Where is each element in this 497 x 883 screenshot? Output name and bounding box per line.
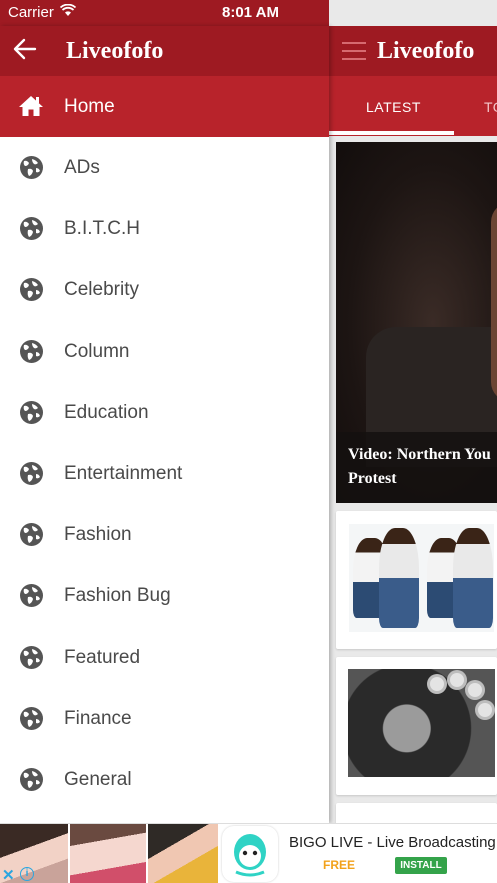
- close-icon[interactable]: ✕: [2, 866, 15, 883]
- menu-item-fashion-bug[interactable]: Fashion Bug: [0, 565, 329, 626]
- carrier-label: Carrier: [8, 4, 54, 21]
- article-thumbnail: [348, 669, 495, 777]
- globe-icon: [19, 339, 44, 364]
- hamburger-menu-icon[interactable]: [342, 42, 366, 60]
- featured-article[interactable]: Video: Northern You Protest: [336, 142, 497, 503]
- menu-item-entertainment[interactable]: Entertainment: [0, 443, 329, 504]
- ad-title: BIGO LIVE - Live Broadcasting: [289, 834, 496, 851]
- tab-top[interactable]: TO: [484, 99, 497, 115]
- app-logo-icon: [222, 826, 278, 882]
- article-thumbnail: [349, 524, 494, 632]
- ad-price: FREE: [323, 858, 356, 872]
- drawer-title: Liveofofo: [66, 38, 164, 64]
- menu-item-ads[interactable]: ADs: [0, 137, 329, 198]
- globe-icon: [19, 645, 44, 670]
- menu-item-celebrity[interactable]: Celebrity: [0, 259, 329, 320]
- menu-item-label: General: [64, 768, 132, 790]
- article-card[interactable]: [336, 657, 497, 795]
- ad-banner[interactable]: ✕ i BIGO LIVE - Live Broadcasting FREE I…: [0, 823, 497, 883]
- globe-icon: [19, 155, 44, 180]
- globe-icon: [19, 767, 44, 792]
- tab-bar: LATEST TO: [329, 76, 497, 136]
- globe-icon: [19, 277, 44, 302]
- globe-icon: [19, 706, 44, 731]
- menu-item-fashion[interactable]: Fashion: [0, 504, 329, 565]
- article-card[interactable]: [336, 511, 497, 649]
- menu-item-featured[interactable]: Featured: [0, 627, 329, 688]
- drawer-header: Liveofofo: [0, 26, 329, 76]
- back-arrow-icon[interactable]: [10, 34, 40, 64]
- ad-image: [70, 824, 146, 883]
- menu-item-home[interactable]: Home: [0, 76, 329, 137]
- hero-image-figure: [491, 202, 497, 402]
- home-icon: [18, 94, 44, 118]
- main-content: Liveofofo LATEST TO Video: Northern You …: [329, 0, 497, 883]
- menu-item-label: Fashion: [64, 524, 132, 546]
- ad-image: [148, 824, 218, 883]
- menu-item-label: Fashion Bug: [64, 585, 171, 607]
- menu-item-education[interactable]: Education: [0, 382, 329, 443]
- clock: 8:01 AM: [222, 4, 279, 21]
- menu-item-column[interactable]: Column: [0, 321, 329, 382]
- menu-item-label: Featured: [64, 646, 141, 668]
- menu-item-finance[interactable]: Finance: [0, 688, 329, 749]
- main-app-title: Liveofofo: [377, 38, 475, 64]
- info-icon[interactable]: i: [20, 867, 34, 881]
- nav-drawer: Liveofofo Home ADs B.I.T.C.H Celebrity Colu…: [0, 26, 329, 823]
- menu-item-label: Column: [64, 340, 130, 362]
- globe-icon: [19, 522, 44, 547]
- menu-item-general[interactable]: General: [0, 749, 329, 810]
- hero-caption: Video: Northern You Protest: [348, 446, 491, 487]
- menu-item-label: B.I.T.C.H: [64, 218, 141, 240]
- category-menu: ADs B.I.T.C.H Celebrity Column Education Ente…: [0, 137, 329, 810]
- tab-indicator: [329, 131, 454, 135]
- menu-item-label: Entertainment: [64, 462, 183, 484]
- globe-icon: [19, 461, 44, 486]
- globe-icon: [19, 583, 44, 608]
- globe-icon: [19, 216, 44, 241]
- menu-item-label: Finance: [64, 707, 132, 729]
- globe-icon: [19, 400, 44, 425]
- wifi-icon: [59, 3, 77, 21]
- menu-item-label: ADs: [64, 157, 100, 178]
- install-button[interactable]: INSTALL: [395, 857, 447, 874]
- app-root: Carrier 8:01 AM Liveofofo LATEST TO Vide…: [0, 0, 497, 883]
- menu-item-label: Education: [64, 401, 149, 423]
- menu-item-label: Celebrity: [64, 279, 139, 301]
- menu-item-b-i-t-c-h[interactable]: B.I.T.C.H: [0, 198, 329, 259]
- main-app-bar: Liveofofo: [329, 26, 497, 76]
- tab-latest[interactable]: LATEST: [366, 99, 421, 115]
- menu-item-label: Home: [64, 96, 115, 117]
